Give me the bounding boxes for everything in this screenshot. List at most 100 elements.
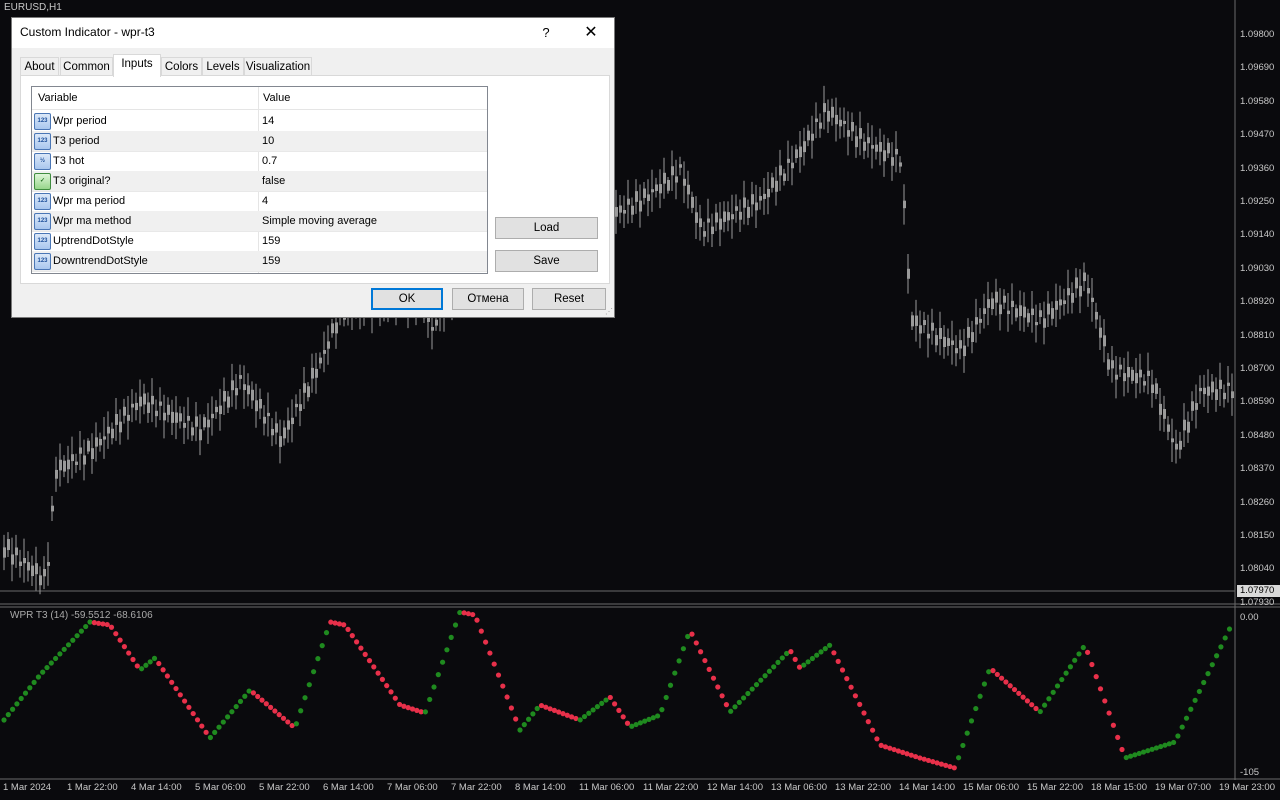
indicator-dot: [298, 708, 304, 714]
price-axis-label: 1.08700: [1240, 363, 1275, 374]
cancel-button[interactable]: Отмена: [452, 288, 524, 310]
resize-grip-icon[interactable]: ⋰: [605, 307, 613, 316]
price-axis-label: 1.08810: [1240, 329, 1275, 341]
indicator-dot: [379, 676, 385, 683]
close-icon[interactable]: ✕: [578, 22, 604, 44]
input-row[interactable]: 123 Wpr period 14: [32, 111, 487, 132]
candle-body: [1027, 313, 1030, 323]
candle-body: [151, 395, 154, 405]
candle-body: [31, 565, 34, 577]
time-axis-label: 19 Mar 23:00: [1219, 782, 1275, 793]
candle-body: [839, 119, 842, 127]
indicator-dot: [1222, 635, 1228, 641]
indicator-dot: [1179, 724, 1185, 730]
help-icon[interactable]: ?: [535, 22, 557, 44]
input-value[interactable]: false: [262, 175, 285, 187]
candle-body: [295, 403, 298, 408]
indicator-dot: [35, 674, 42, 680]
candle-body: [287, 420, 290, 430]
candle-body: [655, 184, 658, 191]
input-row[interactable]: 123 T3 period 10: [32, 131, 487, 152]
candle-body: [807, 130, 810, 141]
candle-body: [975, 317, 978, 325]
indicator-dot: [1080, 644, 1086, 651]
tab-levels[interactable]: Levels: [202, 57, 244, 76]
input-value[interactable]: Simple moving average: [262, 215, 377, 227]
indicator-dot: [220, 719, 226, 725]
indicator-dot: [1218, 644, 1224, 650]
input-value[interactable]: 159: [262, 255, 280, 267]
indicator-dot: [448, 634, 454, 640]
indicator-dot: [612, 701, 618, 707]
column-variable[interactable]: Variable: [38, 92, 78, 104]
candle-body: [307, 386, 310, 398]
indicator-dot: [745, 690, 751, 697]
candle-body: [1195, 403, 1198, 410]
time-axis-label: 14 Mar 14:00: [899, 782, 955, 793]
candle-body: [1171, 438, 1174, 443]
indicator-dot: [358, 645, 364, 651]
candle-body: [431, 327, 434, 331]
indicator-dot: [951, 765, 957, 771]
dialog-title-bar[interactable]: Custom Indicator - wpr-t3 ? ✕: [12, 18, 614, 48]
candle-body: [231, 380, 234, 391]
column-value[interactable]: Value: [263, 92, 290, 104]
candle-body: [1159, 403, 1162, 415]
indicator-dot: [31, 679, 37, 685]
tab-visualization[interactable]: Visualization: [244, 57, 312, 76]
input-value[interactable]: 0.7: [262, 155, 277, 167]
input-row[interactable]: 123 Wpr ma method Simple moving average: [32, 211, 487, 232]
input-value[interactable]: 159: [262, 235, 280, 247]
indicator-dot: [491, 661, 497, 667]
indicator-dot: [431, 684, 437, 690]
custom-indicator-dialog[interactable]: Custom Indicator - wpr-t3 ? ✕ About Comm…: [11, 17, 615, 318]
candle-body: [147, 402, 150, 413]
save-button[interactable]: Save: [495, 250, 598, 272]
indicator-dot: [680, 646, 687, 652]
load-button[interactable]: Load: [495, 217, 598, 239]
candle-body: [107, 426, 110, 434]
candle-body: [1111, 360, 1114, 369]
candle-body: [159, 401, 162, 406]
input-row[interactable]: ½ T3 hot 0.7: [32, 151, 487, 172]
indicator-dot: [526, 716, 532, 722]
candle-body: [1115, 374, 1118, 380]
candle-body: [643, 188, 646, 198]
input-value[interactable]: 4: [262, 195, 268, 207]
candle-body: [1047, 303, 1050, 315]
ok-button[interactable]: OK: [371, 288, 443, 310]
input-value[interactable]: 14: [262, 115, 274, 127]
input-row[interactable]: 123 DowntrendDotStyle 159: [32, 251, 487, 272]
candle-body: [703, 231, 706, 237]
candle-body: [51, 505, 54, 512]
candle-body: [63, 460, 66, 472]
tab-inputs[interactable]: Inputs: [113, 54, 161, 77]
indicator-dot: [134, 663, 140, 669]
inputs-grid[interactable]: Variable Value 123 Wpr period 14 123 T3 peri…: [31, 86, 488, 274]
indicator-dot: [495, 672, 502, 678]
candle-body: [1083, 272, 1086, 282]
reset-button[interactable]: Reset: [532, 288, 606, 310]
indicator-dot: [14, 701, 20, 707]
input-row[interactable]: 123 Wpr ma period 4: [32, 191, 487, 212]
candle-body: [671, 166, 674, 176]
candle-body: [1199, 387, 1202, 392]
tab-colors[interactable]: Colors: [161, 57, 202, 76]
input-value[interactable]: 10: [262, 135, 274, 147]
input-row[interactable]: ✓ T3 original? false: [32, 171, 487, 192]
indicator-dot: [10, 706, 16, 712]
candle-body: [203, 417, 206, 428]
tab-about[interactable]: About: [20, 57, 59, 76]
indicator-dot: [108, 624, 115, 630]
tab-common[interactable]: Common: [60, 57, 113, 76]
indicator-dot: [268, 704, 274, 710]
indicator-dot: [70, 637, 76, 643]
candle-body: [911, 315, 914, 327]
candle-body: [7, 539, 10, 551]
indicator-dot: [1214, 653, 1220, 659]
candle-body: [1035, 322, 1038, 326]
input-row[interactable]: 123 UptrendDotStyle 159: [32, 231, 487, 252]
candle-body: [183, 422, 186, 428]
candle-body: [1131, 369, 1134, 381]
candle-body: [915, 315, 918, 326]
